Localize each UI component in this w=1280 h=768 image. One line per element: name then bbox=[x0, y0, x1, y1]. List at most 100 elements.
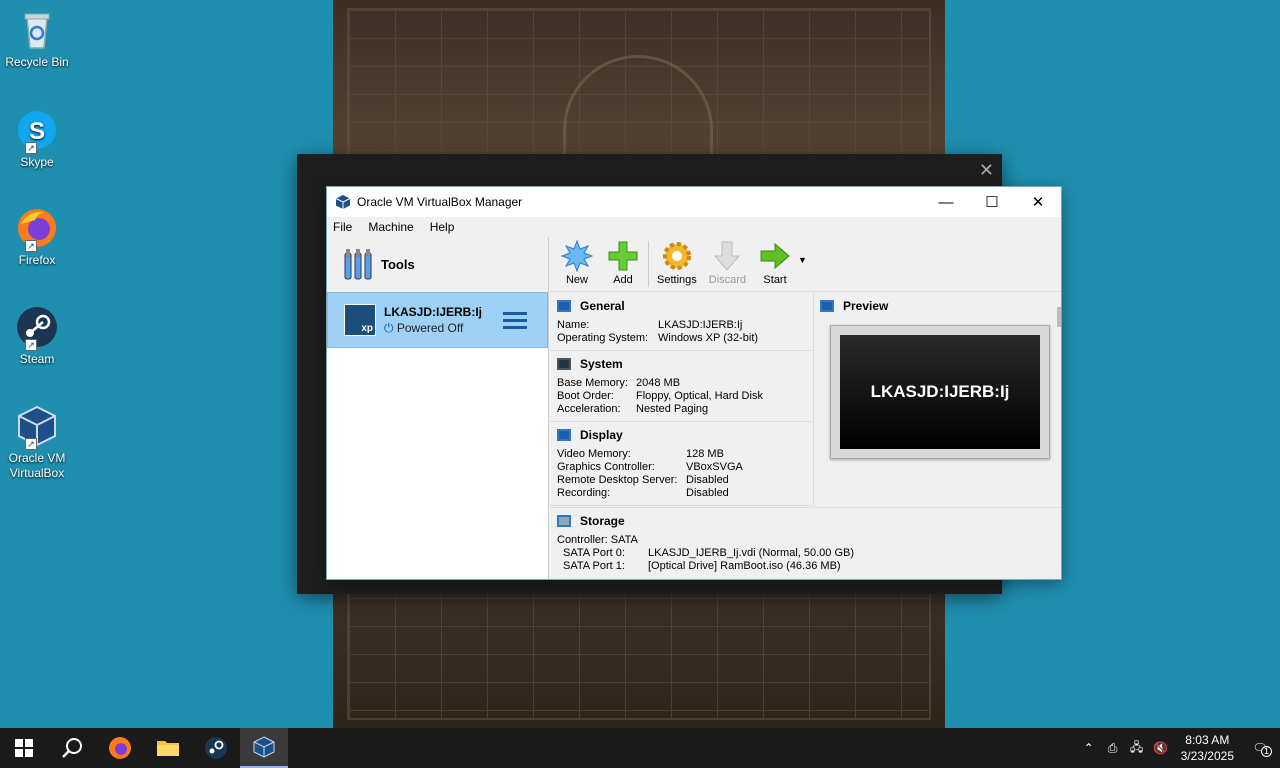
steam-icon: ↗ bbox=[15, 305, 59, 351]
menu-file[interactable]: File bbox=[333, 220, 352, 234]
folder-icon bbox=[157, 741, 179, 756]
new-icon bbox=[560, 239, 594, 273]
start-dropdown-icon[interactable]: ▼ bbox=[798, 255, 807, 265]
shortcut-arrow-icon: ↗ bbox=[25, 142, 37, 154]
minimize-button[interactable]: — bbox=[923, 187, 969, 217]
steam-icon bbox=[205, 737, 227, 759]
skype-icon: S ↗ bbox=[15, 108, 59, 154]
preview-heading[interactable]: Preview bbox=[843, 299, 888, 313]
meet-now-icon[interactable]: ⎙ bbox=[1101, 741, 1125, 756]
storage-controller: Controller: SATA bbox=[557, 534, 638, 546]
virtualbox-app-icon bbox=[335, 195, 351, 209]
preview-frame: LKASJD:IJERB:Ij bbox=[830, 325, 1050, 459]
chevron-up-icon[interactable]: ⌃ bbox=[1077, 741, 1101, 755]
power-off-icon: ⏻ bbox=[384, 320, 394, 335]
start-menu-button[interactable] bbox=[0, 728, 48, 768]
general-icon bbox=[557, 300, 571, 312]
windows-logo-icon bbox=[15, 739, 33, 757]
discard-arrow-down-icon bbox=[710, 239, 744, 273]
display-heading[interactable]: Display bbox=[580, 428, 623, 442]
svg-text:S: S bbox=[29, 118, 45, 145]
menu-bar: File Machine Help bbox=[327, 217, 1061, 237]
firefox-icon bbox=[109, 737, 131, 759]
clock-date: 3/23/2025 bbox=[1180, 749, 1234, 763]
system-heading[interactable]: System bbox=[580, 357, 623, 371]
vm-list-item[interactable]: xp LKASJD:IJERB:Ij ⏻ Powered Off bbox=[327, 292, 548, 348]
recycle-bin-label: Recycle Bin bbox=[5, 55, 69, 69]
display-row: Video Memory: 128 MB bbox=[557, 448, 724, 460]
virtualbox-manager-window[interactable]: Oracle VM VirtualBox Manager — ☐ ✕ File … bbox=[326, 186, 1062, 580]
taskbar: ⌃ ⎙ 🖧 🔇 8:03 AM 3/23/2025 🗨 1 bbox=[0, 728, 1280, 768]
menu-help[interactable]: Help bbox=[430, 220, 455, 234]
storage-section: Storage Controller: SATA SATA Port 0: LKA… bbox=[550, 507, 1061, 577]
general-row: Operating System: Windows XP (32-bit) bbox=[557, 332, 759, 344]
add-button[interactable]: Add bbox=[600, 237, 646, 286]
storage-heading[interactable]: Storage bbox=[580, 514, 625, 528]
shortcut-arrow-icon: ↗ bbox=[25, 339, 37, 351]
general-row: Name: LKASJD:IJERB:Ij bbox=[557, 319, 743, 331]
vm-name: LKASJD:IJERB:Ij bbox=[384, 304, 483, 319]
window-title: Oracle VM VirtualBox Manager bbox=[357, 195, 523, 209]
windows-xp-os-icon: xp bbox=[344, 304, 376, 336]
search-button[interactable] bbox=[48, 728, 96, 768]
start-button[interactable]: Start bbox=[752, 237, 798, 286]
close-icon[interactable]: ✕ bbox=[979, 160, 994, 181]
general-heading[interactable]: General bbox=[580, 299, 625, 313]
maximize-button[interactable]: ☐ bbox=[969, 187, 1015, 217]
system-row: Acceleration: Nested Paging bbox=[557, 403, 709, 415]
taskbar-virtualbox[interactable] bbox=[240, 728, 288, 768]
clock[interactable]: 8:03 AM 3/23/2025 bbox=[1181, 732, 1234, 764]
taskbar-file-explorer[interactable] bbox=[144, 728, 192, 768]
vm-list-pane: Tools xp LKASJD:IJERB:Ij ⏻ Powered Off bbox=[327, 237, 549, 579]
skype-label: Skype bbox=[20, 155, 54, 169]
recycle-bin-icon bbox=[15, 8, 59, 52]
taskbar-firefox[interactable] bbox=[96, 728, 144, 768]
system-row: Boot Order: Floppy, Optical, Hard Disk bbox=[557, 390, 763, 402]
toolbar-separator bbox=[648, 241, 649, 287]
search-icon bbox=[62, 738, 82, 758]
notification-count: 1 bbox=[1261, 746, 1272, 757]
system-row: Base Memory: 2048 MB bbox=[557, 377, 681, 389]
discard-button[interactable]: Discard bbox=[703, 237, 752, 286]
preview-section: Preview LKASJD:IJERB:Ij bbox=[813, 293, 1061, 507]
firefox-label: Firefox bbox=[18, 253, 56, 267]
virtualbox-icon: ↗ bbox=[15, 404, 59, 450]
start-arrow-icon bbox=[758, 239, 792, 273]
desktop-icon-steam[interactable]: ↗ Steam bbox=[2, 305, 72, 367]
vm-details-menu-icon[interactable] bbox=[503, 308, 527, 333]
steam-label: Steam bbox=[19, 352, 55, 366]
close-button[interactable]: ✕ bbox=[1015, 187, 1061, 217]
desktop-icon-skype[interactable]: S ↗ Skype bbox=[2, 108, 72, 170]
display-row: Remote Desktop Server: Disabled bbox=[557, 474, 729, 486]
settings-gear-icon bbox=[660, 239, 694, 273]
display-row: Recording: Disabled bbox=[557, 487, 729, 499]
preview-screen: LKASJD:IJERB:Ij bbox=[840, 335, 1040, 449]
storage-row: SATA Port 0: LKASJD_IJERB_Ij.vdi (Normal,… bbox=[563, 547, 855, 559]
new-button[interactable]: New bbox=[554, 237, 600, 286]
notification-center-icon[interactable]: 🗨 1 bbox=[1248, 741, 1272, 757]
storage-disk-icon bbox=[557, 515, 571, 527]
taskbar-steam[interactable] bbox=[192, 728, 240, 768]
add-icon bbox=[606, 239, 640, 273]
volume-muted-icon[interactable]: 🔇 bbox=[1149, 741, 1173, 755]
menu-machine[interactable]: Machine bbox=[368, 220, 413, 234]
network-icon[interactable]: 🖧 bbox=[1125, 738, 1149, 759]
toolbar: New Add Settings Discard Start ▼ bbox=[550, 237, 1061, 292]
preview-monitor-icon bbox=[820, 300, 834, 312]
virtualbox-label: Oracle VM VirtualBox bbox=[8, 451, 66, 480]
firefox-icon: ↗ bbox=[15, 206, 59, 252]
tools-item[interactable]: Tools bbox=[327, 237, 548, 292]
desktop-icon-recycle-bin[interactable]: Recycle Bin bbox=[2, 8, 72, 70]
desktop-icon-virtualbox[interactable]: ↗ Oracle VM VirtualBox bbox=[2, 404, 72, 481]
details-scrollbar[interactable] bbox=[1057, 307, 1061, 327]
vm-state: Powered Off bbox=[396, 320, 464, 335]
storage-row: SATA Port 1: [Optical Drive] RamBoot.iso … bbox=[563, 560, 841, 572]
settings-button[interactable]: Settings bbox=[651, 237, 703, 286]
desktop-icon-firefox[interactable]: ↗ Firefox bbox=[2, 206, 72, 268]
title-bar[interactable]: Oracle VM VirtualBox Manager — ☐ ✕ bbox=[327, 187, 1061, 217]
system-tray: ⌃ ⎙ 🖧 🔇 8:03 AM 3/23/2025 🗨 1 bbox=[1077, 728, 1280, 768]
virtualbox-icon bbox=[253, 736, 275, 758]
system-section: System Base Memory: 2048 MB Boot Order: Fl… bbox=[550, 351, 812, 422]
tools-label: Tools bbox=[381, 257, 415, 272]
display-row: Graphics Controller: VBoxSVGA bbox=[557, 461, 743, 473]
